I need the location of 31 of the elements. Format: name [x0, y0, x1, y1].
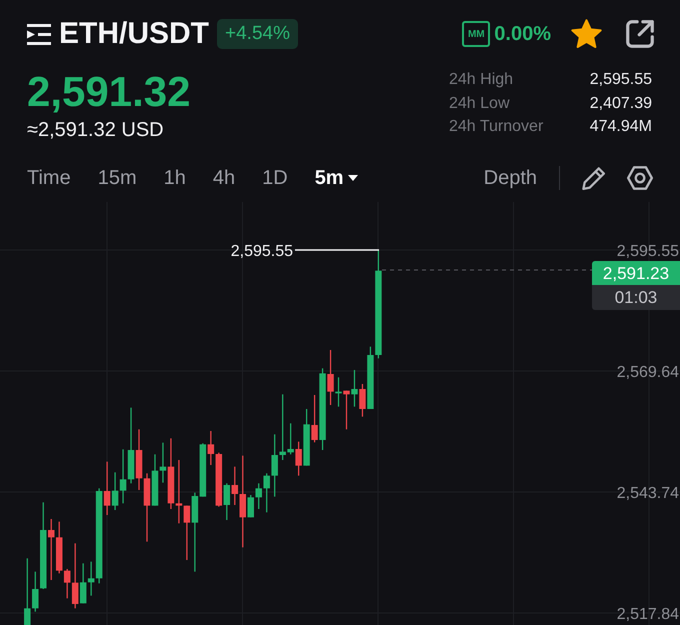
interval-tab[interactable]: 15m: [98, 166, 137, 190]
high-price-label: 2,595.55: [230, 243, 293, 260]
last-price: 2,591.32: [27, 68, 190, 116]
pencil-icon[interactable]: [582, 166, 605, 190]
stat-value: 2,595.55: [590, 70, 652, 90]
interval-tab[interactable]: Time: [27, 166, 71, 190]
external-link-icon[interactable]: [626, 20, 654, 48]
mm-rate: 0.00%: [494, 22, 551, 46]
interval-tab[interactable]: 5m: [314, 166, 358, 190]
pair-title: ETH/USDT: [59, 18, 209, 50]
change-badge: +4.54%: [217, 19, 298, 49]
interval-tab[interactable]: 1D: [262, 166, 288, 190]
price-axis-label: 2,517.84: [616, 606, 679, 623]
price-axis-label: 2,595.55: [616, 243, 679, 260]
price-axis-label: 2,569.64: [616, 364, 679, 381]
fiat-price: ≈2,591.32 USD: [27, 118, 165, 142]
depth-tab[interactable]: Depth: [484, 166, 537, 190]
star-icon[interactable]: [571, 19, 602, 49]
interval-tab[interactable]: 1h: [164, 166, 186, 190]
stat-label: 24h Low: [449, 94, 510, 114]
stat-value: 474.94M: [590, 117, 652, 137]
interval-tab[interactable]: 4h: [212, 166, 236, 190]
mm-badge: MM: [462, 21, 490, 47]
stat-value: 2,407.39: [590, 94, 652, 114]
settings-icon[interactable]: [627, 166, 653, 190]
countdown-tag: 01:03: [592, 285, 680, 310]
menu-icon[interactable]: [27, 24, 51, 44]
last-price-tag: 2,591.23: [592, 261, 680, 285]
stat-label: 24h Turnover: [449, 117, 544, 137]
price-axis-label: 2,543.74: [616, 485, 679, 502]
stat-label: 24h High: [449, 70, 514, 90]
